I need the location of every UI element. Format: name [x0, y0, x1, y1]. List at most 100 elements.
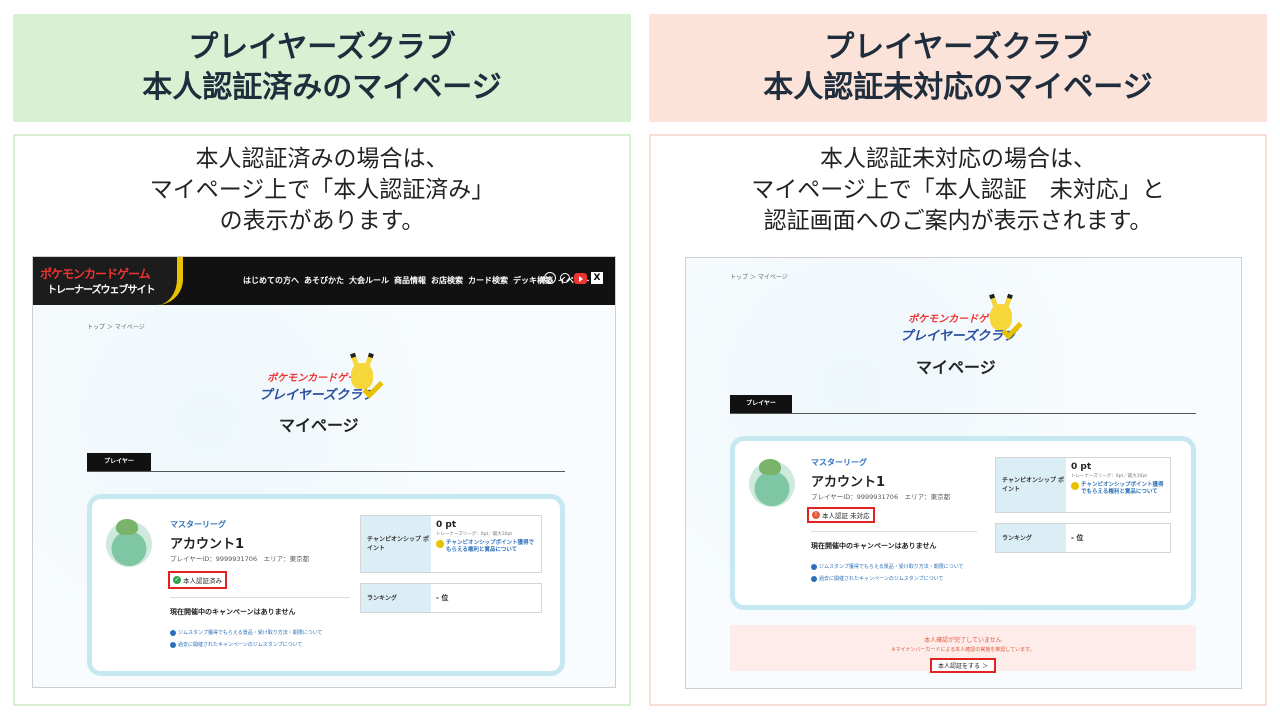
- champ-value-box: 0 pt トレーナーズリーグ：0pt／最大30pt チャンピオンシップポイント獲…: [1066, 458, 1170, 512]
- champ-sub: トレーナーズリーグ：0pt／最大30pt: [1071, 474, 1148, 479]
- coin-icon: [436, 540, 444, 548]
- campaign-status: 現在開催中のキャンペーンはありません: [170, 608, 296, 616]
- top-nav: ポケモンカードゲーム トレーナーズウェブサイト はじめての方へ あそびかた 大会…: [33, 257, 615, 305]
- account-name: アカウント1: [170, 537, 245, 552]
- nav-item[interactable]: はじめての方へ: [243, 275, 299, 286]
- desc-line-3: の表示があります。: [219, 208, 425, 234]
- champ-sub: トレーナーズリーグ：0pt／最大30pt: [436, 532, 513, 537]
- verify-button[interactable]: 本人認証をする ＞: [930, 658, 996, 673]
- verification-notice: 本人確認が完了していません ※マイナンバーカードによる本人確認の実施を推奨してい…: [730, 625, 1196, 673]
- champ-link[interactable]: チャンピオンシップポイント獲得でもらえる権利と賞品について: [436, 540, 536, 554]
- verified-description: 本人認証済みの場合は、 マイページ上で「本人認証済み」 の表示があります。: [15, 144, 629, 237]
- header-line-2: 本人認証済みのマイページ: [142, 70, 502, 105]
- rank-value: - 位: [1071, 534, 1084, 542]
- arrow-circle-icon: [170, 641, 176, 648]
- page-title: マイページ: [916, 358, 996, 377]
- avatar: [749, 459, 795, 507]
- youtube-icon[interactable]: [574, 272, 587, 284]
- arrow-circle-icon: [170, 629, 176, 636]
- desc-line-3: 認証画面へのご案内が表示されます。: [763, 208, 1153, 234]
- coin-icon: [1071, 482, 1079, 490]
- past-stamp-link[interactable]: 過去に開催されたキャンペーンのジムスタンプについて: [170, 641, 302, 648]
- desc-line-2: マイページ上で「本人認証済み」: [149, 177, 495, 203]
- tab-divider: [730, 413, 1196, 414]
- rank-key: ランキング: [361, 584, 431, 612]
- verified-header: プレイヤーズクラブ 本人認証済みのマイページ: [13, 14, 631, 122]
- verified-badge: ✓ 本人認証済み: [168, 571, 227, 589]
- unverified-screenshot: トップ ＞ マイページ ポケモンカードゲーム プレイヤーズクラブ マイページ プ…: [685, 257, 1242, 689]
- champ-value: 0 pt: [436, 520, 457, 530]
- user-icon[interactable]: [544, 272, 556, 284]
- header-line-1: プレイヤーズクラブ: [824, 30, 1092, 65]
- header-line-2: 本人認証未対応のマイページ: [763, 70, 1153, 105]
- player-card: マスターリーグ アカウント1 プレイヤーID：9999931706 エリア：東京…: [87, 494, 565, 676]
- champ-value-box: 0 pt トレーナーズリーグ：0pt／最大30pt チャンピオンシップポイント獲…: [431, 516, 541, 572]
- page-title: マイページ: [279, 416, 359, 435]
- divider: [170, 597, 350, 598]
- nav-menu: はじめての方へ あそびかた 大会ルール 商品情報 お店検索 カード検索 デッキ構…: [243, 275, 590, 286]
- champ-link-text: チャンピオンシップポイント獲得でもらえる権利と賞品について: [1081, 482, 1164, 495]
- header-line-1: プレイヤーズクラブ: [188, 30, 456, 65]
- league-label: マスターリーグ: [170, 520, 226, 529]
- tab-player[interactable]: プレイヤー: [87, 453, 151, 471]
- stamp-prize-link[interactable]: ジムスタンプ獲得でもらえる景品・受け取り方法・期限について: [811, 563, 964, 570]
- unverified-panel: 本人認証未対応の場合は、 マイページ上で「本人認証 未対応」と 認証画面へのご案…: [649, 134, 1267, 706]
- account-name: アカウント1: [811, 475, 886, 490]
- nav-icons: X: [544, 272, 603, 284]
- unverified-badge: ! 本人認証 未対応: [807, 507, 875, 523]
- notice-line-1: 本人確認が完了していません: [924, 637, 1002, 644]
- nav-item[interactable]: 大会ルール: [349, 275, 389, 286]
- rank-value: - 位: [436, 594, 449, 602]
- verified-screenshot: ポケモンカードゲーム トレーナーズウェブサイト はじめての方へ あそびかた 大会…: [32, 256, 616, 688]
- championship-points: チャンピオンシップ ポイント 0 pt トレーナーズリーグ：0pt／最大30pt…: [360, 515, 542, 573]
- player-card: マスターリーグ アカウント1 プレイヤーID：9999931706 エリア：東京…: [730, 436, 1196, 610]
- search-icon[interactable]: [560, 273, 570, 283]
- unverified-header: プレイヤーズクラブ 本人認証未対応のマイページ: [649, 14, 1267, 122]
- link-text: 過去に開催されたキャンペーンのジムスタンプについて: [819, 576, 944, 582]
- breadcrumb[interactable]: トップ ＞ マイページ: [730, 272, 788, 281]
- divider: [811, 531, 977, 532]
- unverified-column: プレイヤーズクラブ 本人認証未対応のマイページ 本人認証未対応の場合は、 マイペ…: [649, 14, 1267, 706]
- link-text: ジムスタンプ獲得でもらえる景品・受け取り方法・期限について: [178, 630, 323, 636]
- desc-line-1: 本人認証済みの場合は、: [195, 146, 449, 172]
- player-id: プレイヤーID：9999931706 エリア：東京都: [170, 555, 310, 563]
- unverified-label: 本人認証 未対応: [822, 512, 870, 520]
- ranking: ランキング - 位: [360, 583, 542, 613]
- past-stamp-link[interactable]: 過去に開催されたキャンペーンのジムスタンプについて: [811, 575, 943, 582]
- x-icon[interactable]: X: [591, 272, 603, 284]
- logo-bottom-text: トレーナーズウェブサイト: [47, 285, 155, 296]
- alert-circle-icon: !: [812, 511, 820, 519]
- ranking: ランキング - 位: [995, 523, 1171, 553]
- verified-label: 本人認証済み: [183, 577, 222, 585]
- avatar: [106, 519, 152, 567]
- site-logo[interactable]: ポケモンカードゲーム トレーナーズウェブサイト: [33, 257, 183, 305]
- champ-key: チャンピオンシップ ポイント: [361, 516, 431, 572]
- nav-item[interactable]: 商品情報: [394, 275, 426, 286]
- champ-value: 0 pt: [1071, 462, 1092, 472]
- breadcrumb[interactable]: トップ ＞ マイページ: [87, 322, 145, 331]
- stamp-prize-link[interactable]: ジムスタンプ獲得でもらえる景品・受け取り方法・期限について: [170, 629, 323, 636]
- desc-line-2: マイページ上で「本人認証 未対応」と: [751, 177, 1165, 203]
- championship-points: チャンピオンシップ ポイント 0 pt トレーナーズリーグ：0pt／最大30pt…: [995, 457, 1171, 513]
- arrow-circle-icon: [811, 575, 817, 582]
- verified-panel: 本人認証済みの場合は、 マイページ上で「本人認証済み」 の表示があります。 ポケ…: [13, 134, 631, 706]
- nav-item[interactable]: お店検索: [431, 275, 463, 286]
- notice-line-2: ※マイナンバーカードによる本人確認の実施を推奨しています。: [891, 647, 1035, 653]
- champ-link-text: チャンピオンシップポイント獲得でもらえる権利と賞品について: [446, 540, 534, 553]
- champ-link[interactable]: チャンピオンシップポイント獲得でもらえる権利と賞品について: [1071, 482, 1165, 496]
- tab-player[interactable]: プレイヤー: [730, 395, 792, 413]
- nav-item[interactable]: あそびかた: [304, 275, 344, 286]
- unverified-description: 本人認証未対応の場合は、 マイページ上で「本人認証 未対応」と 認証画面へのご案…: [651, 144, 1265, 237]
- logo-top-text: ポケモンカードゲーム: [40, 267, 151, 281]
- nav-item[interactable]: カード検索: [468, 275, 508, 286]
- player-id: プレイヤーID：9999931706 エリア：東京都: [811, 493, 951, 501]
- league-label: マスターリーグ: [811, 458, 867, 467]
- link-text: ジムスタンプ獲得でもらえる景品・受け取り方法・期限について: [819, 564, 964, 570]
- campaign-status: 現在開催中のキャンペーンはありません: [811, 542, 937, 550]
- champ-key: チャンピオンシップ ポイント: [996, 458, 1066, 512]
- tab-divider: [87, 471, 565, 472]
- arrow-circle-icon: [811, 563, 817, 570]
- desc-line-1: 本人認証未対応の場合は、: [820, 146, 1096, 172]
- rank-key: ランキング: [996, 524, 1066, 552]
- verified-column: プレイヤーズクラブ 本人認証済みのマイページ 本人認証済みの場合は、 マイページ…: [13, 14, 631, 706]
